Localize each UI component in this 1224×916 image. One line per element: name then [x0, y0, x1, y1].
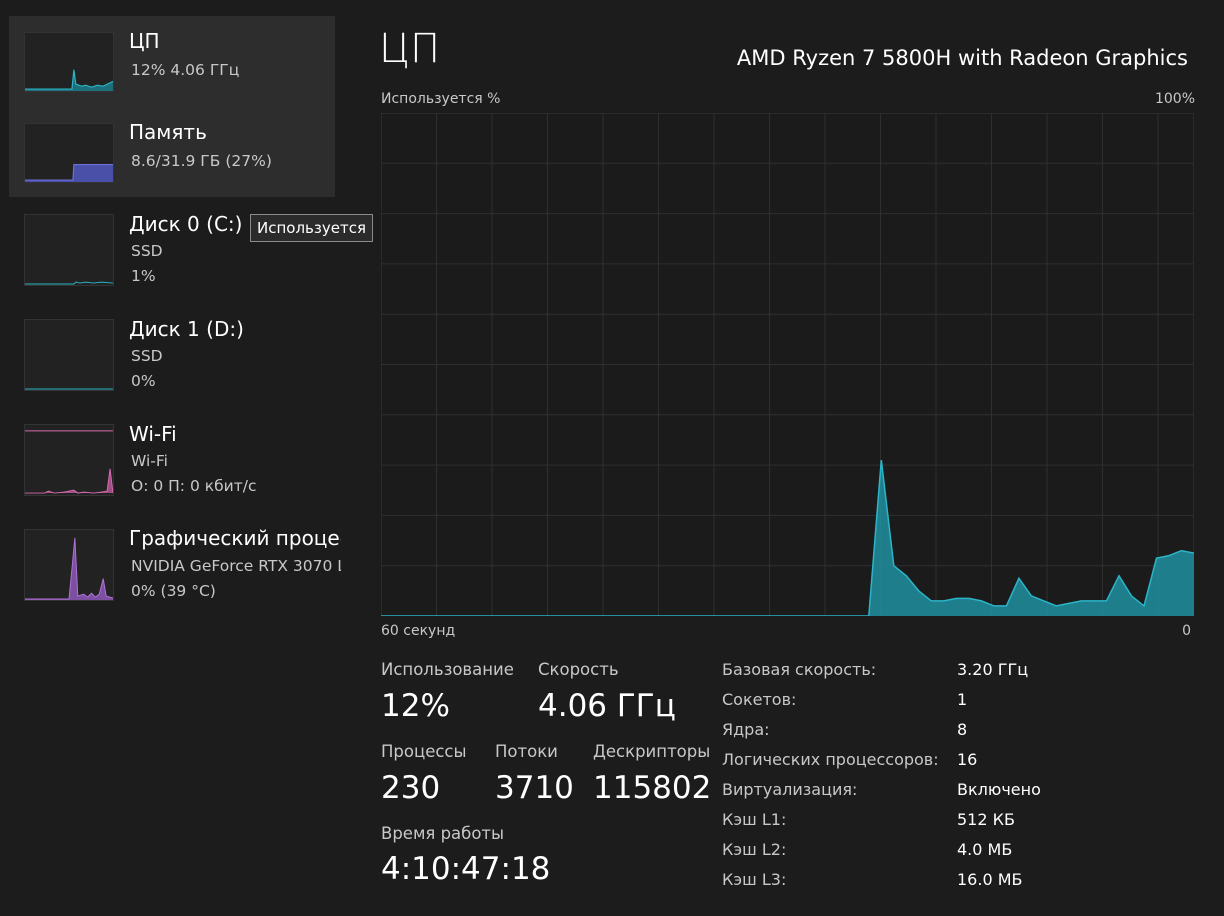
cpu-usage-chart: [381, 113, 1194, 616]
sidebar-title-clip: Графический процессор 0: [129, 526, 341, 554]
sidebar-item-detail: О: 0 П: 0 кбит/с: [131, 477, 257, 495]
chart-x-label: 60 секунд: [381, 623, 456, 639]
detail-value-cores: 8: [957, 720, 968, 739]
sidebar-item-subtitle: SSD: [131, 347, 163, 365]
page-title: ЦП: [379, 26, 441, 72]
sidebar-item-subtitle: 12% 4.06 ГГц: [131, 61, 240, 79]
usage-label: Использование: [381, 660, 514, 679]
cpu-usage-chart-svg: [381, 113, 1194, 616]
handles-value: 115802: [593, 770, 712, 806]
detail-key-l2-cache: Кэш L2:: [722, 840, 787, 859]
detail-value-base-speed: 3.20 ГГц: [957, 660, 1029, 679]
sidebar-item-title: Графический процессор 0: [129, 526, 341, 550]
detail-key-cores: Ядра:: [722, 720, 770, 739]
uptime-label: Время работы: [381, 824, 505, 843]
sidebar-item-detail: 0% (39 °C): [131, 582, 216, 600]
cpu-graph-thumbnail: [24, 32, 114, 92]
detail-key-logical-processors: Логических процессоров:: [722, 750, 939, 769]
detail-value-l3-cache: 16.0 МБ: [957, 870, 1023, 889]
wifi-graph-thumbnail: [24, 424, 114, 496]
gpu-graph-thumbnail: [24, 529, 114, 601]
detail-key-base-speed: Базовая скорость:: [722, 660, 877, 679]
sidebar-item-title: ЦП: [129, 29, 160, 53]
sidebar-item-title: Память: [129, 120, 207, 144]
chart-y-max-label: 100%: [1154, 91, 1195, 107]
sidebar-item-title: Диск 0 (C:): [129, 212, 243, 236]
detail-key-virtualization: Виртуализация:: [722, 780, 858, 799]
detail-value-virtualization: Включено: [957, 780, 1041, 799]
speed-label: Скорость: [538, 660, 619, 679]
sidebar-item-title: Wi-Fi: [129, 422, 177, 446]
sidebar-item-title: Диск 1 (D:): [129, 317, 244, 341]
performance-sidebar: ЦП 12% 4.06 ГГц Память 8.6/31.9 ГБ (27%)…: [0, 0, 373, 916]
tooltip: Используется: [250, 214, 373, 242]
disk-graph-thumbnail: [24, 319, 114, 391]
usage-value: 12%: [381, 688, 450, 724]
sidebar-item-memory[interactable]: Память 8.6/31.9 ГБ (27%): [9, 107, 335, 197]
detail-value-l1-cache: 512 КБ: [957, 810, 1015, 829]
task-manager-performance-page: ЦП 12% 4.06 ГГц Память 8.6/31.9 ГБ (27%)…: [0, 0, 1224, 916]
sidebar-item-disk-1[interactable]: Диск 1 (D:) SSD 0%: [9, 303, 335, 408]
sidebar-subtitle-clip: NVIDIA GeForce RTX 3070 Laptop GPU: [129, 556, 341, 580]
threads-value: 3710: [495, 770, 574, 806]
chart-y-label: Используется %: [381, 91, 501, 107]
sidebar-item-detail: 1%: [131, 267, 156, 285]
sidebar-item-cpu[interactable]: ЦП 12% 4.06 ГГц: [9, 16, 335, 106]
sidebar-item-subtitle: 8.6/31.9 ГБ (27%): [131, 152, 272, 170]
chart-x-min-label: 0: [1182, 623, 1191, 639]
detail-key-l3-cache: Кэш L3:: [722, 870, 787, 889]
detail-value-l2-cache: 4.0 МБ: [957, 840, 1013, 859]
memory-graph-thumbnail: [24, 123, 114, 183]
detail-key-sockets: Сокетов:: [722, 690, 797, 709]
sidebar-item-subtitle: Wi-Fi: [131, 452, 168, 470]
sidebar-item-subtitle: NVIDIA GeForce RTX 3070 Laptop GPU: [131, 557, 341, 575]
processes-value: 230: [381, 770, 441, 806]
speed-value: 4.06 ГГц: [538, 688, 676, 724]
detail-value-logical-processors: 16: [957, 750, 978, 769]
sidebar-item-gpu-0[interactable]: Графический процессор 0 NVIDIA GeForce R…: [9, 513, 341, 618]
sidebar-item-wifi[interactable]: Wi-Fi Wi-Fi О: 0 П: 0 кбит/с: [9, 408, 335, 513]
detail-value-sockets: 1: [957, 690, 968, 709]
uptime-value: 4:10:47:18: [381, 851, 551, 887]
sidebar-item-subtitle: SSD: [131, 242, 163, 260]
handles-label: Дескрипторы: [593, 742, 711, 761]
threads-label: Потоки: [495, 742, 558, 761]
processes-label: Процессы: [381, 742, 467, 761]
sidebar-item-detail: 0%: [131, 372, 156, 390]
cpu-model-name: AMD Ryzen 7 5800H with Radeon Graphics: [736, 46, 1188, 70]
disk-graph-thumbnail: [24, 214, 114, 286]
detail-key-l1-cache: Кэш L1:: [722, 810, 787, 829]
